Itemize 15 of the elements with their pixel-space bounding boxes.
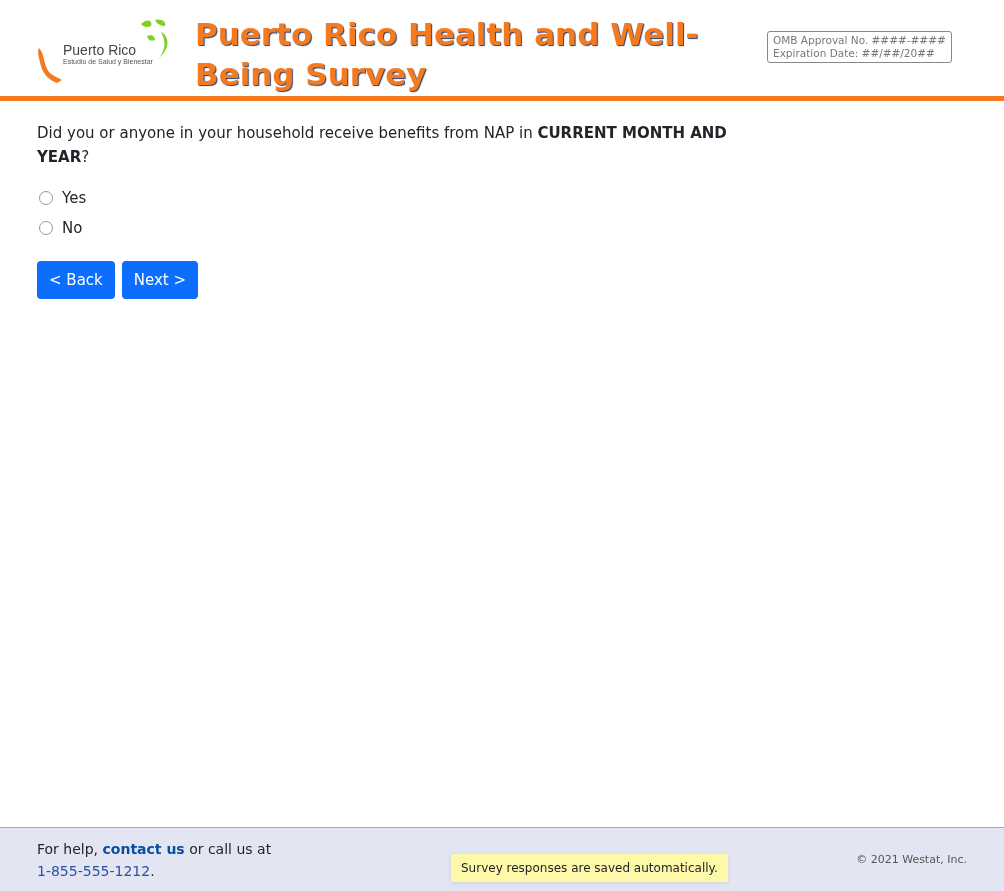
back-button[interactable]: < Back <box>37 261 115 299</box>
option-label[interactable]: No <box>62 219 83 237</box>
copyright-text: © 2021 Westat, Inc. <box>856 853 967 866</box>
logo-name: Puerto Rico <box>63 42 138 58</box>
help-text: For help, contact us or call us at 1-855-555-1212. <box>37 839 273 881</box>
hand-icon <box>37 46 63 84</box>
omb-expiration: Expiration Date: ##/##/20## <box>773 47 936 60</box>
next-button[interactable]: Next > <box>121 261 199 299</box>
omb-approval: OMB Approval No. ####-#### <box>773 34 946 47</box>
contact-link[interactable]: contact us <box>102 840 185 857</box>
question-text: Did you or anyone in your household receive benefits from NAP in CURRENT MONTH AND YEAR? <box>37 123 728 168</box>
option-label[interactable]: Yes <box>62 189 87 207</box>
saved-notice: Survey responses are saved automatically. <box>451 853 728 882</box>
survey-title: Puerto Rico Health and Well-Being Survey <box>195 15 700 94</box>
phone-link[interactable]: 1-855-555-1212 <box>37 862 151 879</box>
